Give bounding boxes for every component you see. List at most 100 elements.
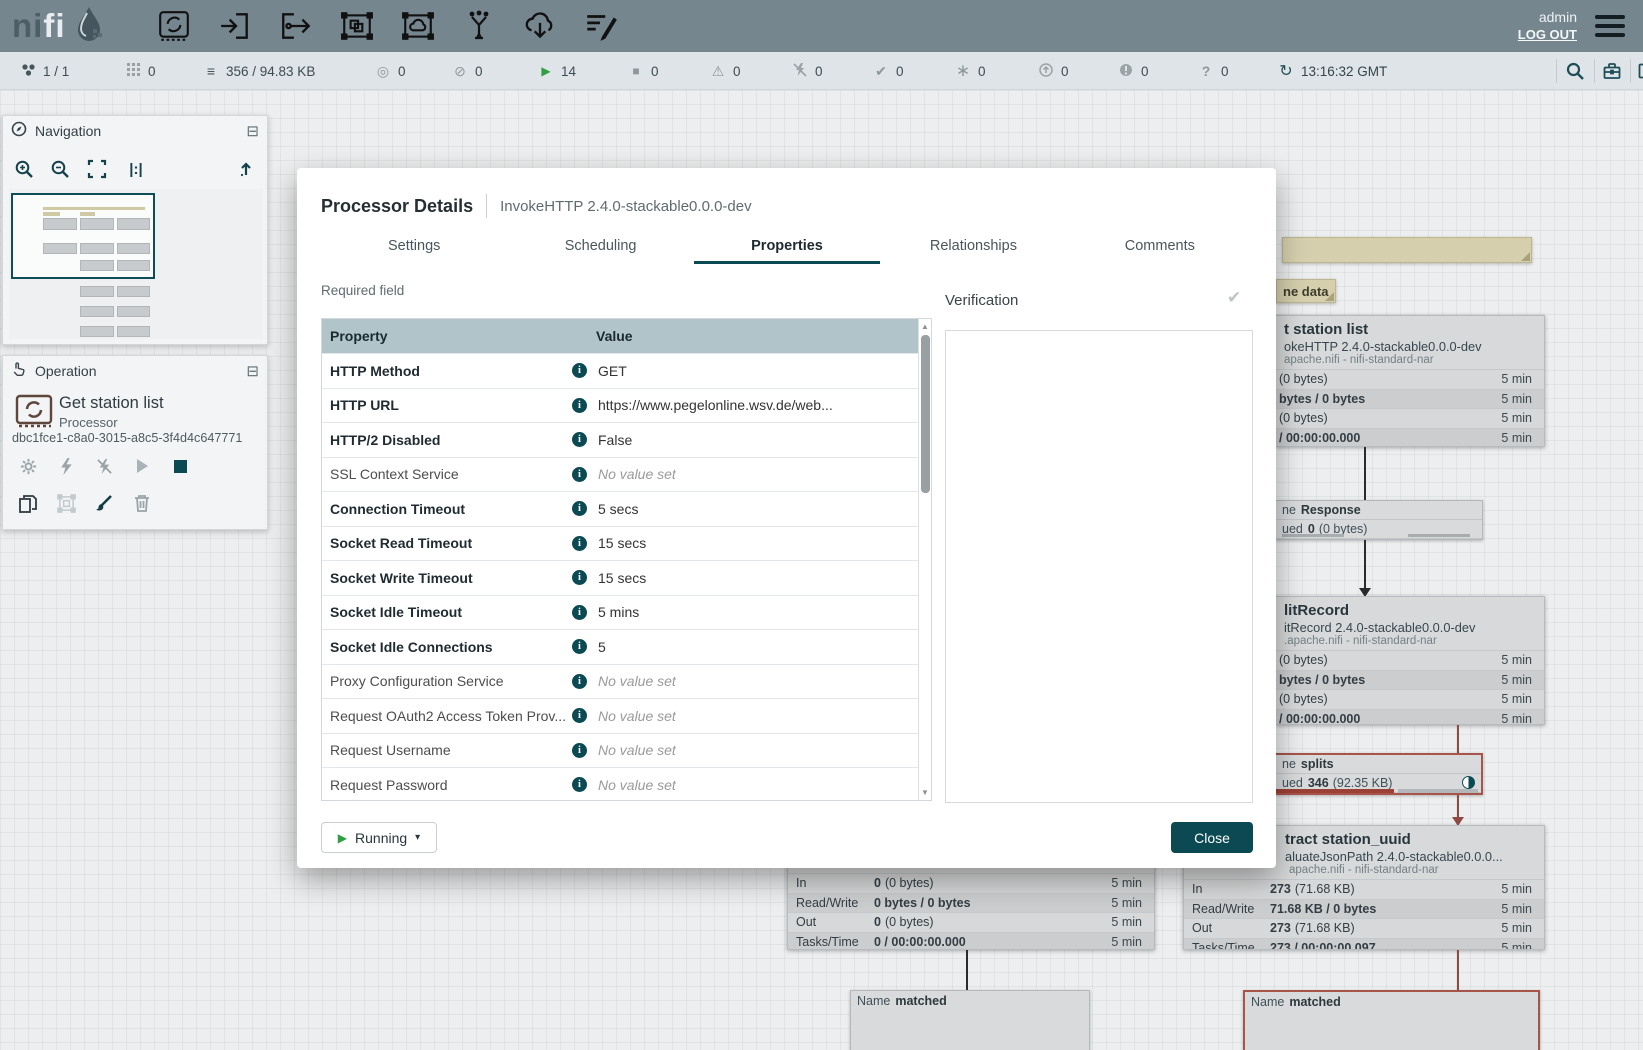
minimap-node (80, 243, 114, 254)
stat-row: Out0(0 bytes)5 min (788, 912, 1154, 932)
minimap[interactable] (9, 189, 263, 339)
zoom-in-button[interactable] (13, 156, 35, 182)
enable-icon[interactable] (49, 453, 83, 479)
stop-icon[interactable] (163, 453, 197, 479)
info-icon[interactable]: i (572, 605, 587, 620)
info-icon[interactable]: i (572, 743, 587, 758)
run-state-dropdown[interactable]: ▶ Running ▾ (321, 822, 437, 853)
processor-splitrecord[interactable]: litRecord itRecord 2.4.0-stackable0.0.0-… (1276, 596, 1545, 725)
connection-line (1457, 795, 1459, 819)
color-icon[interactable] (87, 490, 121, 516)
toolbox-icon[interactable] (1601, 60, 1623, 82)
global-menu-icon[interactable] (1595, 10, 1625, 42)
info-icon[interactable]: i (572, 674, 587, 689)
properties-table: Property Value HTTP MethodiGET HTTP URLi… (321, 318, 932, 801)
table-row: Socket Idle Connectionsi5 (322, 629, 920, 664)
table-row: Socket Read Timeouti15 secs (322, 526, 920, 561)
search-icon[interactable] (1564, 60, 1586, 82)
minimap-node (80, 306, 114, 317)
configure-icon[interactable] (11, 453, 45, 479)
minimap-node (80, 260, 114, 271)
info-icon[interactable]: i (572, 467, 587, 482)
delete-icon[interactable] (125, 490, 159, 516)
not-transmitting-icon: ⊘ (452, 63, 468, 80)
info-icon[interactable]: i (572, 777, 587, 792)
zoom-out-button[interactable] (49, 156, 71, 182)
info-icon[interactable]: i (572, 398, 587, 413)
transmitting-icon: ◎ (375, 63, 391, 80)
copy-icon[interactable] (11, 490, 45, 516)
current-user: admin (1518, 9, 1577, 26)
remote-process-group-icon[interactable] (400, 8, 436, 44)
hand-pointer-icon (11, 361, 27, 382)
tab-settings[interactable]: Settings (321, 230, 507, 264)
group-icon[interactable] (49, 490, 83, 516)
navigation-panel: Navigation ⊟ |:| (2, 115, 268, 345)
info-icon[interactable]: i (572, 708, 587, 723)
status-invalid: ⚠ 0 (710, 52, 741, 90)
minimap-node (117, 218, 150, 230)
minimap-node (117, 326, 150, 337)
canvas-label-data[interactable]: ne data (1276, 279, 1336, 303)
operation-title: Operation (35, 363, 96, 379)
disable-icon[interactable] (87, 453, 121, 479)
connection-name-row: Namematched (851, 991, 1089, 1010)
close-button[interactable]: Close (1171, 822, 1253, 853)
input-port-icon[interactable] (217, 8, 253, 44)
processor-details-dialog: Processor Details InvokeHTTP 2.4.0-stack… (297, 168, 1276, 868)
scrollbar-thumb[interactable] (921, 335, 930, 493)
label-icon[interactable] (583, 8, 619, 44)
threads-grid-icon (125, 63, 141, 79)
info-icon[interactable]: i (572, 432, 587, 447)
dialog-tabs: Settings Scheduling Properties Relations… (321, 230, 1253, 264)
invalid-icon: ⚠ (710, 63, 726, 80)
connection-matched-left[interactable]: Namematched (850, 990, 1090, 1050)
processor-type: okeHTTP 2.4.0-stackable0.0.0-dev (1284, 339, 1536, 354)
start-icon[interactable] (125, 453, 159, 479)
info-icon[interactable]: i (572, 501, 587, 516)
scroll-down-icon[interactable]: ▼ (919, 788, 931, 797)
zoom-fit-button[interactable] (85, 156, 109, 182)
connection-response[interactable]: neResponse ued0(0 bytes) (1276, 500, 1483, 540)
processor-bundle: apache.nifi - nifi-standard-nar (1284, 354, 1536, 366)
collapse-navigation-button[interactable]: ⊟ (246, 124, 259, 139)
column-value: Value (596, 328, 633, 344)
table-scrollbar[interactable]: ▲ ▼ (918, 319, 931, 800)
go-to-parent-button[interactable] (235, 156, 257, 182)
scroll-up-icon[interactable]: ▲ (919, 322, 931, 331)
zoom-actual-size-button[interactable]: |:| (123, 156, 149, 182)
connection-splits[interactable]: nesplits ued346(92.35 KB) (1276, 753, 1483, 795)
flow-download-icon[interactable] (522, 8, 558, 44)
info-icon[interactable]: i (572, 639, 587, 654)
stat-row: bytes / 0 bytes5 min (1276, 389, 1544, 409)
locally-modified-icon: ∗ (955, 61, 971, 81)
tab-properties[interactable]: Properties (694, 230, 880, 264)
info-icon[interactable]: i (572, 363, 587, 378)
minimap-node (80, 218, 114, 230)
table-row: SSL Context ServiceiNo value set (322, 457, 920, 492)
tab-relationships[interactable]: Relationships (880, 230, 1066, 264)
collapse-operation-button[interactable]: ⊟ (246, 364, 259, 379)
connection-line (1364, 447, 1366, 500)
selected-component-type: Processor (59, 415, 164, 430)
info-icon[interactable]: i (572, 536, 587, 551)
funnel-icon[interactable] (461, 8, 497, 44)
canvas-label-bar[interactable] (1282, 237, 1532, 263)
partial-icon[interactable] (1636, 60, 1643, 82)
tab-scheduling[interactable]: Scheduling (507, 230, 693, 264)
table-row: Request OAuth2 Access Token Prov...iNo v… (322, 698, 920, 733)
selected-component-icon (15, 394, 53, 433)
logout-link[interactable]: LOG OUT (1518, 26, 1577, 43)
processor-get-station-list[interactable]: t station list okeHTTP 2.4.0-stackable0.… (1276, 315, 1545, 447)
table-header: Property Value (322, 319, 920, 353)
processor-name: litRecord (1284, 602, 1536, 619)
processor-icon[interactable] (156, 8, 192, 44)
info-icon[interactable]: i (572, 570, 587, 585)
status-bar: 1 / 1 0 ≡ 356 / 94.83 KB ◎ 0 ⊘ 0 ▶ 14 ■ … (0, 52, 1643, 90)
process-group-icon[interactable] (339, 8, 375, 44)
connection-matched-right[interactable]: Namematched (1243, 990, 1540, 1050)
refresh-status[interactable]: ↻ 13:16:32 GMT (1278, 52, 1387, 90)
tab-comments[interactable]: Comments (1067, 230, 1253, 264)
output-port-icon[interactable] (278, 8, 314, 44)
nifi-application: ne data t station list okeHTTP 2.4.0-sta… (0, 0, 1643, 1050)
